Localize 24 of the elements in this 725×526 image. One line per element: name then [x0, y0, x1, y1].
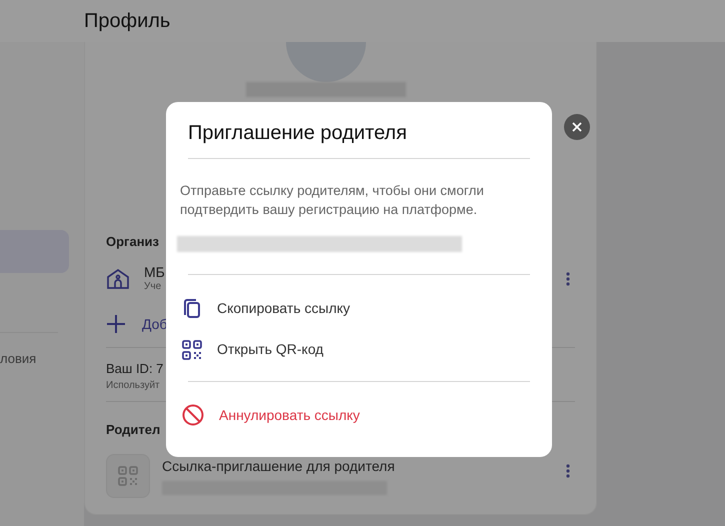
organization-name: МБ — [144, 264, 165, 281]
organization-subtitle: Уче — [144, 281, 162, 294]
revoke-link-button[interactable]: Аннулировать ссылку — [182, 404, 530, 426]
more-icon[interactable] — [566, 272, 570, 286]
dialog-description: Отправьте ссылку родителям, чтобы они смогли подтвердить вашу регистрацию на платформе. — [180, 182, 485, 219]
school-icon — [106, 268, 130, 290]
page-title: Профиль — [84, 9, 170, 34]
add-link[interactable]: Доб — [142, 314, 168, 334]
dialog-action[interactable]: Скопировать ссылку — [182, 297, 530, 319]
id-hint: Используйт — [106, 379, 160, 393]
qr-code-icon — [182, 340, 202, 360]
parent-link-title: Ссылка-приглашение для родителя — [162, 457, 395, 476]
close-icon — [572, 122, 582, 132]
dialog-title: Приглашение родителя — [188, 121, 408, 146]
prohibited-icon — [182, 404, 204, 426]
sidebar-item[interactable]: ловия — [0, 349, 36, 368]
copy-icon — [182, 297, 202, 319]
plus-icon[interactable] — [106, 314, 126, 334]
section-heading: Организ — [106, 233, 160, 251]
user-id: Ваш ID: 7 — [106, 360, 164, 378]
qr-code-icon — [118, 466, 138, 486]
more-icon[interactable] — [566, 464, 570, 478]
dialog-action[interactable]: Открыть QR-код — [182, 339, 530, 360]
section-heading: Родител — [106, 421, 160, 439]
